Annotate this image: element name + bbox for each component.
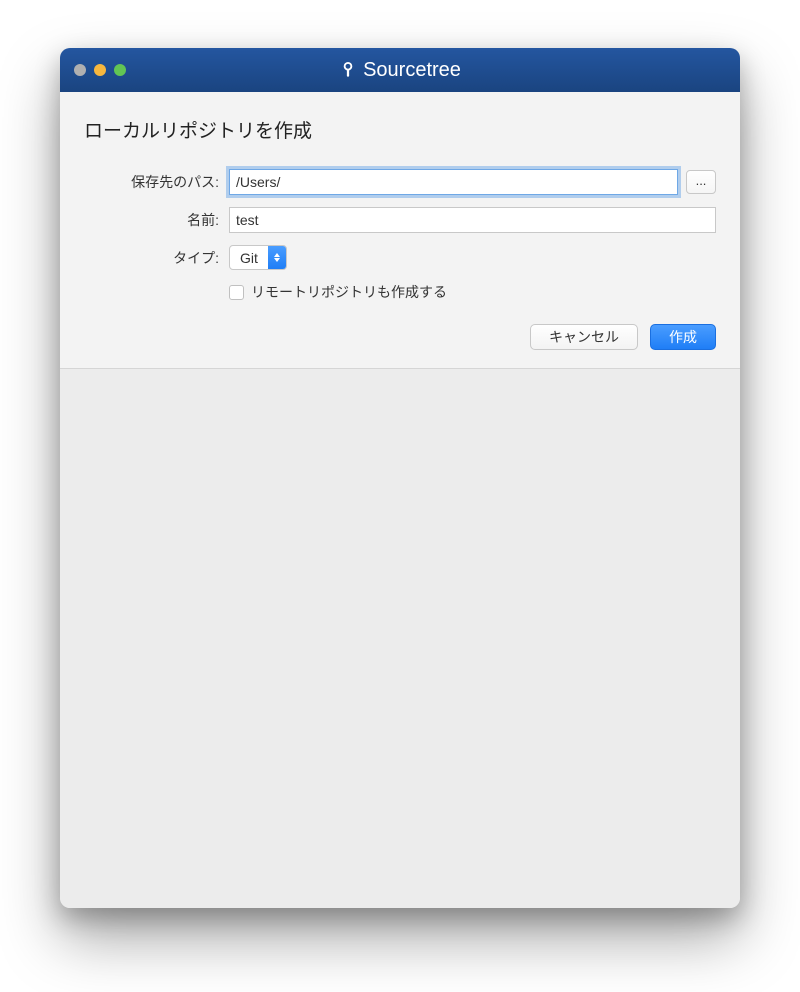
create-remote-label: リモートリポジトリも作成する [251, 282, 447, 302]
path-label: 保存先のパス: [84, 172, 229, 192]
cancel-button[interactable]: キャンセル [530, 324, 638, 350]
title-bar-center: Sourcetree [60, 59, 740, 82]
close-window-button[interactable] [74, 64, 86, 76]
type-row: タイプ: Git [84, 245, 716, 270]
chevron-updown-icon [268, 246, 286, 269]
create-local-repo-dialog: ローカルリポジトリを作成 保存先のパス: ... 名前: タイプ: Git [60, 92, 740, 369]
traffic-lights [74, 64, 126, 76]
window-title: Sourcetree [363, 59, 461, 82]
name-controls [229, 207, 716, 233]
type-select-value: Git [230, 250, 268, 266]
maximize-window-button[interactable] [114, 64, 126, 76]
minimize-window-button[interactable] [94, 64, 106, 76]
type-select[interactable]: Git [229, 245, 287, 270]
title-bar: Sourcetree [60, 48, 740, 92]
app-window: Sourcetree ローカルリポジトリを作成 保存先のパス: ... 名前: … [60, 48, 740, 908]
browse-button[interactable]: ... [686, 170, 716, 194]
path-row: 保存先のパス: ... [84, 169, 716, 195]
name-input[interactable] [229, 207, 716, 233]
sourcetree-icon [339, 61, 357, 79]
type-label: タイプ: [84, 248, 229, 268]
create-remote-checkbox[interactable] [229, 285, 244, 300]
name-label: 名前: [84, 210, 229, 230]
path-controls: ... [229, 169, 716, 195]
create-button[interactable]: 作成 [650, 324, 716, 350]
dialog-button-row: キャンセル 作成 [84, 324, 716, 350]
path-input[interactable] [229, 169, 678, 195]
main-background-area [60, 369, 740, 908]
name-row: 名前: [84, 207, 716, 233]
remote-checkbox-row: リモートリポジトリも作成する [229, 282, 716, 302]
type-controls: Git [229, 245, 716, 270]
dialog-title: ローカルリポジトリを作成 [84, 116, 716, 143]
